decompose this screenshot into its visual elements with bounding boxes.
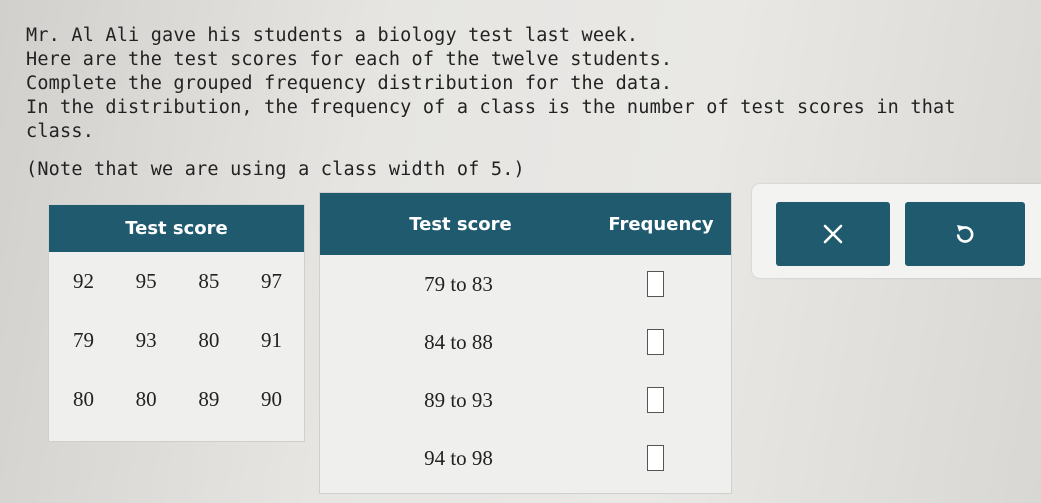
frequency-input[interactable]	[646, 329, 664, 355]
class-label: 79 to 83	[424, 271, 493, 296]
score-cell: 95	[135, 269, 157, 293]
frequency-cell	[595, 387, 731, 413]
score-cell: 92	[73, 269, 94, 293]
score-cell: 93	[135, 328, 157, 352]
score-cell: 85	[198, 269, 220, 293]
score-cell: 79	[73, 328, 94, 352]
frequency-row: 79 to 83	[320, 255, 731, 313]
undo-button[interactable]	[905, 202, 1025, 266]
data-table-row: 92 95 85 97	[49, 252, 304, 311]
test-score-data-table: Test score 92 95 85 97 79 93 80 91 80 80…	[48, 204, 305, 442]
question-note: (Note that we are using a class width of…	[26, 159, 525, 180]
frequency-input[interactable]	[646, 271, 664, 297]
data-table-header: Test score	[49, 205, 304, 252]
frequency-row: 84 to 88	[320, 313, 731, 371]
data-table-row: 79 93 80 91	[49, 311, 304, 370]
class-label: 84 to 88	[424, 329, 493, 354]
score-cell: 80	[198, 328, 220, 352]
x-icon	[823, 224, 843, 244]
question-line: Here are the test scores for each of the…	[26, 49, 673, 70]
data-table-row: 80 80 89 90	[49, 370, 304, 429]
score-cell: 91	[260, 328, 282, 352]
frequency-input[interactable]	[646, 445, 664, 471]
action-panel	[752, 184, 1041, 278]
question-text: Mr. Al Ali gave his students a biology t…	[26, 24, 1006, 182]
score-cell: 80	[73, 387, 94, 411]
score-cell: 97	[260, 269, 282, 293]
undo-icon	[956, 225, 974, 243]
clear-button[interactable]	[776, 202, 890, 266]
header-test-score: Test score	[409, 213, 512, 235]
score-cell: 80	[135, 387, 157, 411]
question-line: In the distribution, the frequency of a …	[26, 97, 956, 142]
frequency-row: 94 to 98	[320, 429, 731, 487]
frequency-distribution-table: Test score Frequency 79 to 83 84 to 88 8…	[319, 192, 732, 494]
frequency-cell	[595, 445, 731, 471]
frequency-row: 89 to 93	[320, 371, 731, 429]
frequency-cell	[595, 271, 731, 297]
class-label: 89 to 93	[424, 387, 493, 412]
question-line: Mr. Al Ali gave his students a biology t…	[26, 25, 639, 46]
class-label: 94 to 98	[424, 445, 493, 470]
frequency-input[interactable]	[646, 387, 664, 413]
score-cell: 89	[198, 387, 220, 411]
score-cell: 90	[260, 387, 282, 411]
header-frequency: Frequency	[608, 213, 714, 235]
frequency-cell	[595, 329, 731, 355]
question-line: Complete the grouped frequency distribut…	[26, 73, 673, 94]
frequency-table-header: Test score Frequency	[320, 193, 731, 255]
